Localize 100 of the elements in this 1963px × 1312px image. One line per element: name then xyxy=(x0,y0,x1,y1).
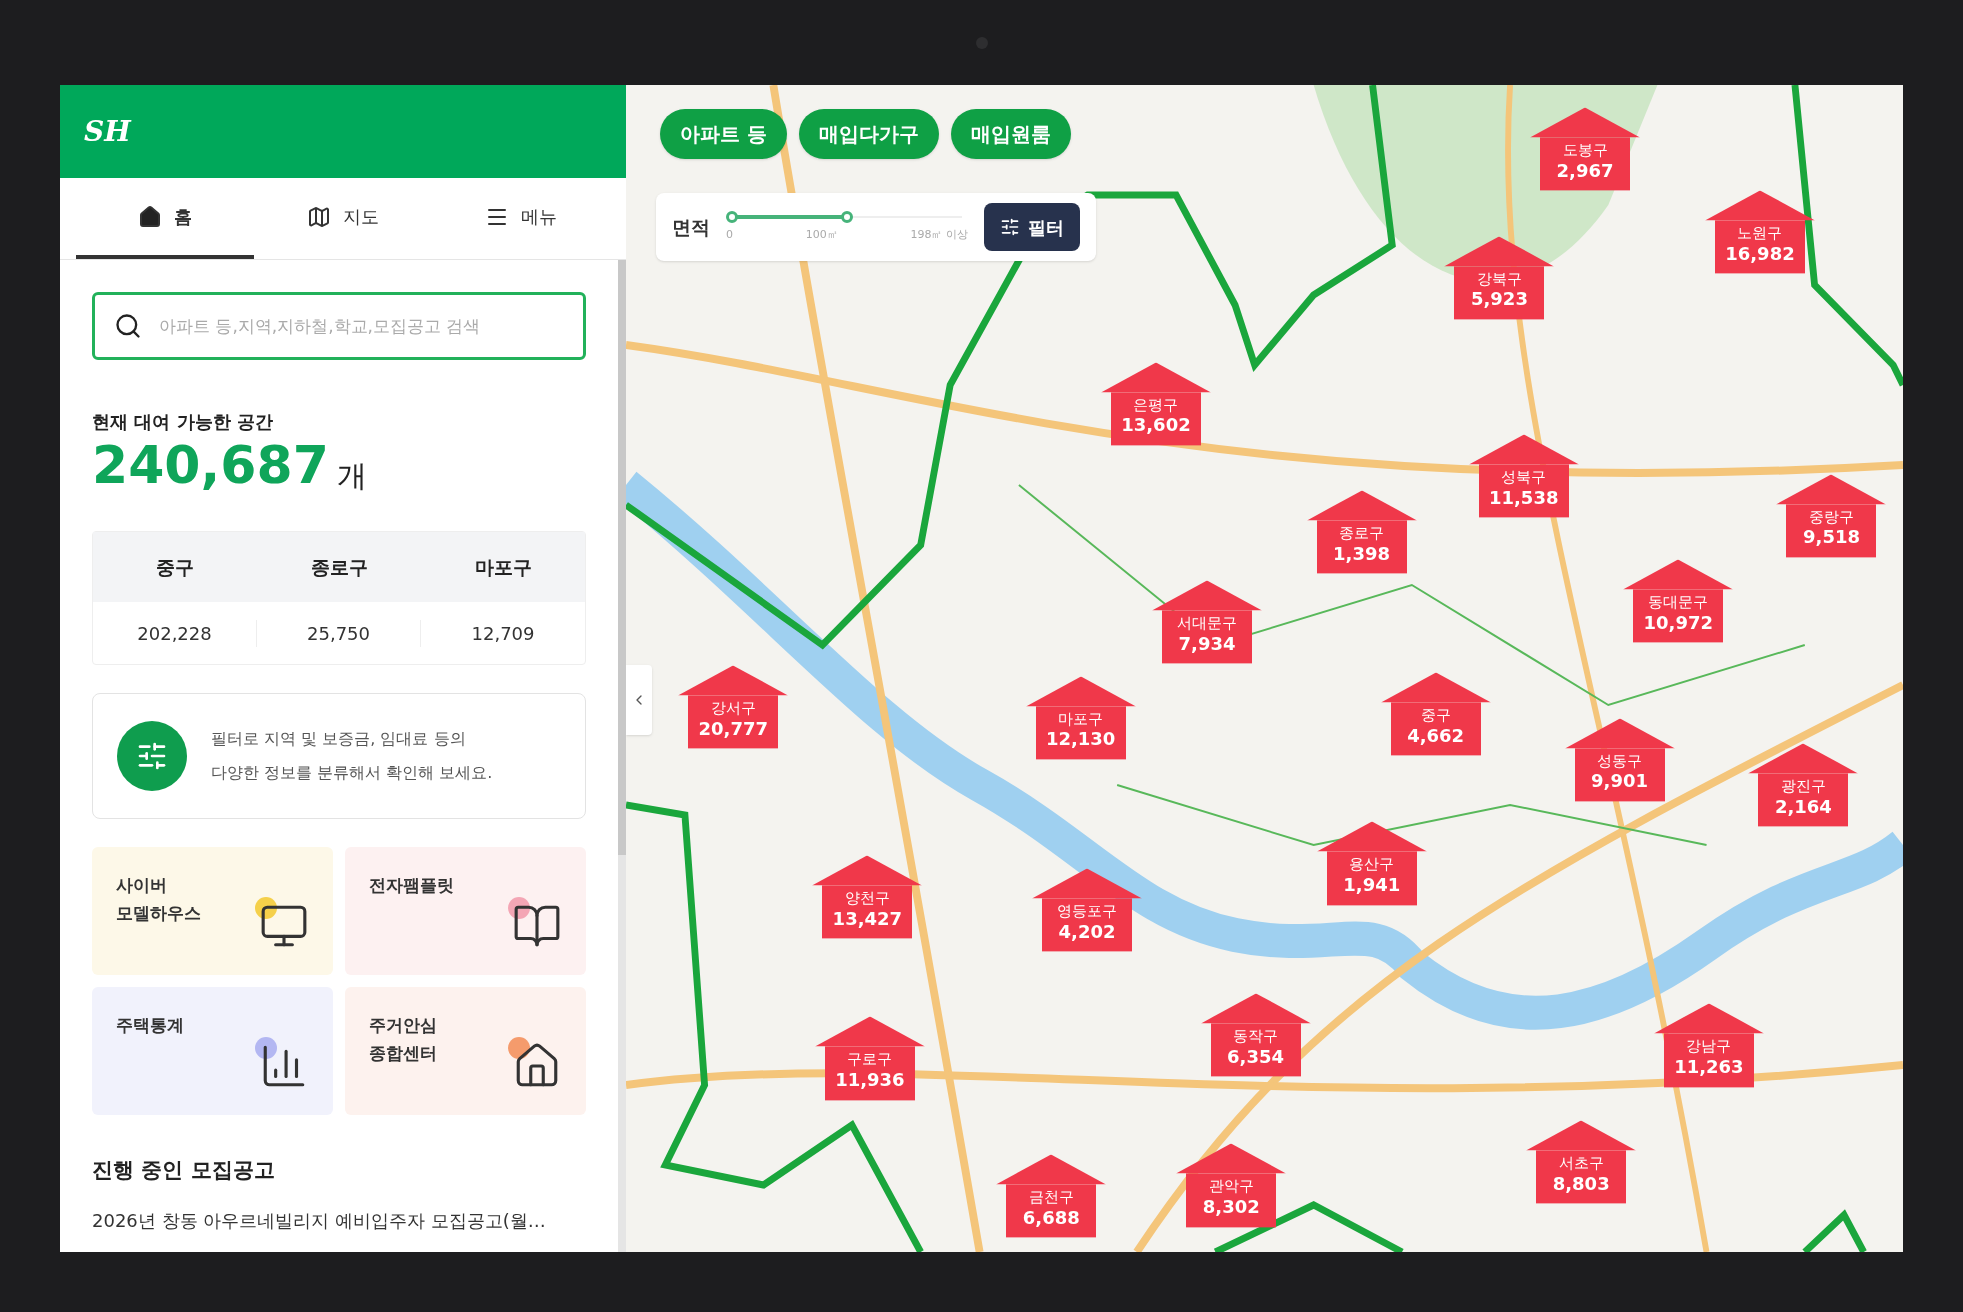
house-roof-icon xyxy=(812,855,923,886)
tile-label: 사이버 모델하우스 xyxy=(116,874,201,925)
district-count: 11,538 xyxy=(1489,487,1559,510)
house-roof-icon xyxy=(1306,490,1417,521)
district-name: 강남구 xyxy=(1686,1037,1732,1057)
district-count: 4,662 xyxy=(1407,725,1465,748)
house-roof-icon xyxy=(1526,1120,1637,1151)
filter-tip-text: 필터로 지역 및 보증금, 임대료 등의 다양한 정보를 분류해서 확인해 보세요. xyxy=(211,728,493,784)
map-icon xyxy=(307,204,331,229)
house-roof-icon xyxy=(814,1016,925,1047)
house-roof-icon xyxy=(1444,235,1555,266)
district-count: 2,164 xyxy=(1774,796,1832,819)
house-roof-icon xyxy=(1468,434,1579,465)
district-name: 도봉구 xyxy=(1562,141,1608,161)
quick-link-tile[interactable]: 사이버 모델하우스 xyxy=(92,847,333,975)
slider-tick-label: 100㎡ xyxy=(805,226,838,243)
category-chip[interactable]: 아파트 등 xyxy=(660,109,787,159)
table-cell: 25,750 xyxy=(257,619,421,647)
notice-link[interactable]: 2026년 창동 아우르네빌리지 예비입주자 모집공고(월… xyxy=(92,1206,586,1234)
house-roof-icon xyxy=(1032,868,1142,899)
nav-tab[interactable]: 지도 xyxy=(254,178,432,259)
district-count: 11,936 xyxy=(835,1069,905,1092)
district-name: 서초구 xyxy=(1558,1154,1604,1174)
district-name: 강북구 xyxy=(1476,269,1522,289)
district-name: 동대문구 xyxy=(1648,593,1709,612)
district-name: 서대문구 xyxy=(1177,614,1238,633)
quick-link-tile[interactable]: 전자팸플릿 xyxy=(345,847,586,975)
district-name: 중구 xyxy=(1420,706,1451,726)
district-count: 16,982 xyxy=(1725,243,1795,266)
district-count: 6,688 xyxy=(1022,1207,1080,1230)
district-count: 20,777 xyxy=(698,718,768,741)
district-name: 양천구 xyxy=(844,889,890,909)
house-roof-icon xyxy=(1564,717,1675,748)
house-roof-icon xyxy=(1776,474,1887,504)
logo[interactable]: SH xyxy=(84,110,131,153)
scrollbar[interactable] xyxy=(618,260,626,1252)
count-unit: 개 xyxy=(336,461,367,491)
district-name: 동작구 xyxy=(1233,1027,1279,1047)
district-count: 12,130 xyxy=(1045,728,1116,752)
house-roof-icon xyxy=(678,665,789,696)
district-count: 11,263 xyxy=(1674,1056,1744,1080)
search-field[interactable]: 아파트 등,지역,지하철,학교,모집공고 검색 xyxy=(92,292,586,360)
district-name: 중랑구 xyxy=(1809,508,1854,527)
available-count: 240,687 xyxy=(92,439,329,491)
home-icon xyxy=(138,204,162,229)
category-chip[interactable]: 매입다가구 xyxy=(798,109,939,159)
district-name: 영등포구 xyxy=(1057,902,1117,922)
district-count: 4,202 xyxy=(1058,921,1116,944)
house-roof-icon xyxy=(1025,675,1136,706)
district-count: 13,427 xyxy=(832,908,903,931)
house-roof-icon xyxy=(1316,821,1427,852)
house-roof-icon xyxy=(1100,361,1211,392)
district-count: 9,901 xyxy=(1591,770,1648,794)
tile-label: 전자팸플릿 xyxy=(369,874,454,897)
house-roof-icon xyxy=(1176,1143,1287,1174)
tile-label: 주거안심 종합센터 xyxy=(369,1014,437,1065)
slider-tick-label: 0 xyxy=(726,226,733,243)
district-name: 노원구 xyxy=(1737,224,1783,244)
slider-tick-label: 198㎡ 이상 xyxy=(910,226,968,243)
district-name: 성동구 xyxy=(1597,751,1642,771)
district-name: 용산구 xyxy=(1349,855,1395,875)
filter-button[interactable]: 필터 xyxy=(984,203,1080,251)
district-name: 종로구 xyxy=(1339,524,1385,544)
house-roof-icon xyxy=(1200,993,1311,1024)
house-roof-icon xyxy=(1380,672,1491,703)
district-name: 광진구 xyxy=(1780,777,1826,797)
house-roof-icon xyxy=(1748,743,1859,774)
house-roof-icon xyxy=(1530,107,1640,138)
sliders-icon xyxy=(1000,217,1020,237)
table-cell: 202,228 xyxy=(93,619,257,647)
district-name: 금천구 xyxy=(1028,1188,1074,1208)
search-icon xyxy=(114,312,142,340)
district-count: 8,803 xyxy=(1552,1173,1610,1196)
house-roof-icon xyxy=(1623,559,1734,590)
district-count: 2,967 xyxy=(1556,160,1614,183)
table-cell-text: 12,709 xyxy=(470,621,536,646)
district-count: 9,518 xyxy=(1803,526,1860,550)
house-roof-icon xyxy=(1704,190,1815,221)
area-label: 면적 xyxy=(672,214,710,240)
district-name: 관악구 xyxy=(1208,1177,1254,1197)
quick-link-tile[interactable]: 주택통계 xyxy=(92,987,333,1115)
district-count: 1,398 xyxy=(1333,543,1390,566)
district-count: 8,302 xyxy=(1202,1196,1260,1220)
house-roof-icon xyxy=(1653,1003,1764,1034)
quick-link-tile[interactable]: 주거안심 종합센터 xyxy=(345,987,586,1115)
nav-tab[interactable]: 메뉴 xyxy=(432,178,610,259)
district-count: 1,941 xyxy=(1343,874,1401,897)
house-roof-icon xyxy=(996,1154,1107,1185)
district-count: 10,972 xyxy=(1643,611,1713,635)
district-name: 마포구 xyxy=(1058,709,1104,729)
district-name: 성북구 xyxy=(1501,468,1547,488)
slider-thumb[interactable] xyxy=(841,210,853,223)
column-header: 종로구 xyxy=(309,554,369,580)
district-count: 13,602 xyxy=(1121,414,1191,438)
slider-thumb[interactable] xyxy=(726,210,738,223)
column-header: 중구 xyxy=(155,554,195,580)
available-title: 현재 대여 가능한 공간 xyxy=(92,410,274,434)
nav-tab[interactable]: 홈 xyxy=(76,178,254,259)
category-chip[interactable]: 매입원룸 xyxy=(950,109,1071,159)
district-count: 6,354 xyxy=(1227,1046,1284,1069)
